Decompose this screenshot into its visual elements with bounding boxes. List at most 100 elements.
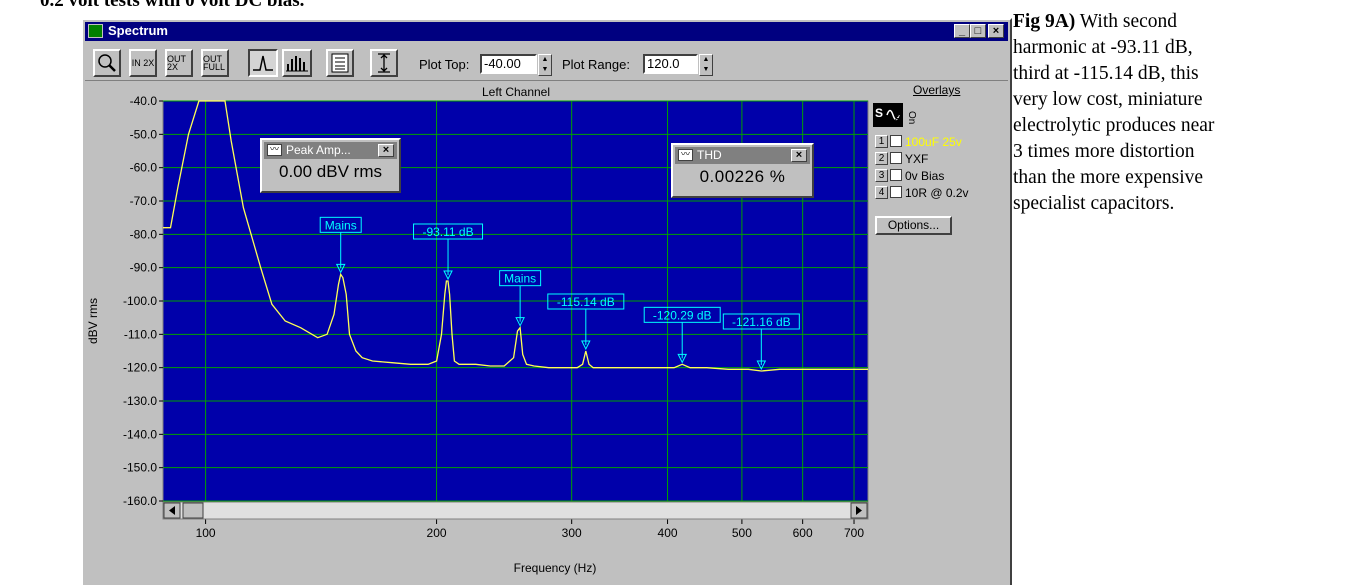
- x-tick-label: 600: [793, 526, 813, 540]
- x-tick-label: 500: [732, 526, 752, 540]
- marker-label: Mains: [325, 218, 357, 232]
- minimize-button[interactable]: _: [954, 24, 970, 38]
- y-axis-label: dBV rms: [86, 298, 100, 344]
- bar-plot-button[interactable]: [282, 49, 312, 77]
- peak-popup-title-bar[interactable]: 〰 Peak Amp... ×: [264, 142, 397, 159]
- overlay-row-2: 2 YXF: [875, 152, 928, 167]
- peak-amplitude-popup[interactable]: 〰 Peak Amp... × 0.00 dBV rms: [260, 138, 401, 193]
- close-button[interactable]: ×: [988, 24, 1004, 38]
- caption-line-8: specialist capacitors.: [1013, 193, 1175, 214]
- plot-top-spinner[interactable]: ▲ ▼: [538, 54, 552, 76]
- caption-line-5: electrolytic produces near: [1013, 115, 1215, 136]
- thd-popup-title: THD: [697, 148, 722, 162]
- bar-plot-icon: [286, 56, 308, 72]
- waveform-icon: 〰: [678, 149, 693, 161]
- overlay-2-checkbox[interactable]: [890, 152, 902, 164]
- overlay-row-3: 3 0v Bias: [875, 169, 944, 184]
- overlay-2-label: YXF: [905, 152, 929, 166]
- thd-popup-title-bar[interactable]: 〰 THD ×: [675, 147, 810, 164]
- caption-line-1-text: With second: [1075, 11, 1178, 32]
- zoom-in-2x-icon: IN 2X: [131, 58, 155, 68]
- spectrum-chart[interactable]: Left Channel -40.0 -50.0 -60.0 -70.0 -80.0 -9…: [85, 81, 1008, 588]
- thd-popup-close-button[interactable]: ×: [791, 149, 807, 162]
- caption-line-6: 3 times more distortion: [1013, 141, 1195, 162]
- autoscale-button[interactable]: [370, 49, 398, 77]
- y-tick-label: -90.0: [130, 261, 158, 275]
- peak-popup-title: Peak Amp...: [286, 143, 351, 157]
- y-tick-label: -100.0: [123, 294, 157, 308]
- overlay-1-checkbox[interactable]: [890, 135, 902, 147]
- caption-line-3: third at -115.14 dB, this: [1013, 63, 1199, 84]
- overlay-set-1-button[interactable]: 1: [875, 135, 888, 148]
- x-axis-label: Frequency (Hz): [514, 561, 597, 575]
- line-plot-icon: [253, 55, 273, 71]
- top-caption: 0.2 volt tests with 0 volt DC bias.: [40, 0, 305, 11]
- overlays-on-header: On: [906, 111, 917, 125]
- y-tick-label: -120.0: [123, 361, 157, 375]
- table-icon: [331, 53, 349, 73]
- plot-range-spinner[interactable]: ▲ ▼: [699, 54, 713, 76]
- marker-label: Mains: [504, 272, 536, 286]
- zoom-out-2x-icon: OUT 2X: [167, 54, 186, 72]
- window-title-bar[interactable]: Spectrum _ □ ×: [85, 22, 1008, 41]
- plot-top-label: Plot Top:: [419, 57, 470, 72]
- y-tick-label: -150.0: [123, 461, 157, 475]
- x-tick-label: 300: [562, 526, 582, 540]
- magnifier-icon: [98, 54, 116, 72]
- x-tick-label: 700: [844, 526, 864, 540]
- line-plot-button[interactable]: [248, 49, 278, 77]
- overlay-options-button[interactable]: Options...: [875, 216, 952, 235]
- overlay-row-4: 4 10R @ 0.2v: [875, 186, 969, 201]
- zoom-button[interactable]: [93, 49, 121, 77]
- horizontal-scrollbar[interactable]: [162, 501, 869, 520]
- zoom-out-2x-button[interactable]: OUT 2X: [165, 49, 193, 77]
- zoom-in-2x-button[interactable]: IN 2X: [129, 49, 157, 77]
- overlay-4-checkbox[interactable]: [890, 186, 902, 198]
- overlay-set-3-button[interactable]: 3: [875, 169, 888, 182]
- data-table-button[interactable]: [326, 49, 354, 77]
- caption-line-2: harmonic at -93.11 dB,: [1013, 37, 1193, 58]
- caption-line-7: than the more expensive: [1013, 167, 1204, 188]
- overlay-4-label: 10R @ 0.2v: [905, 186, 969, 200]
- app-icon: [88, 24, 103, 38]
- peak-popup-close-button[interactable]: ×: [378, 144, 394, 157]
- y-tick-label: -50.0: [130, 127, 158, 141]
- plot-range-input[interactable]: 120.0: [643, 54, 698, 74]
- y-tick-label: -80.0: [130, 227, 158, 241]
- toolbar: IN 2X OUT 2X OUT FULL Plot Top: -40.00 ▲…: [85, 42, 1008, 80]
- spectrum-window: Spectrum _ □ × IN 2X OUT 2X OUT FULL Plo…: [81, 18, 1012, 585]
- figure-caption: Fig 9A) With second harmonic at -93.11 d…: [1013, 9, 1343, 217]
- plot-panel: Left Channel -40.0 -50.0 -60.0 -70.0 -80.0 -9…: [85, 80, 1008, 585]
- overlay-3-checkbox[interactable]: [890, 169, 902, 181]
- zoom-out-full-button[interactable]: OUT FULL: [201, 49, 229, 77]
- plot-range-label: Plot Range:: [562, 57, 630, 72]
- y-axis: -40.0 -50.0 -60.0 -70.0 -80.0 -90.0 -100.0 -110…: [123, 94, 163, 508]
- x-tick-label: 400: [658, 526, 678, 540]
- overlay-set-2-button[interactable]: 2: [875, 152, 888, 165]
- overlay-set-4-button[interactable]: 4: [875, 186, 888, 199]
- maximize-button[interactable]: □: [970, 24, 986, 38]
- marker-label: -120.29 dB: [653, 308, 712, 322]
- marker-label: -121.16 dB: [732, 315, 791, 329]
- y-tick-label: -60.0: [130, 161, 158, 175]
- svg-text:S: S: [875, 106, 883, 120]
- y-tick-label: -110.0: [124, 327, 157, 341]
- zoom-out-full-icon: OUT FULL: [203, 54, 226, 72]
- scroll-thumb[interactable]: [182, 502, 204, 519]
- thd-popup[interactable]: 〰 THD × 0.00226 %: [671, 143, 814, 198]
- x-axis: 100 200 300 400 500 600 700: [196, 519, 864, 540]
- thd-value: 0.00226 %: [699, 167, 786, 186]
- y-tick-label: -140.0: [123, 427, 157, 441]
- y-tick-label: -70.0: [130, 194, 158, 208]
- peak-amplitude-value: 0.00 dBV rms: [279, 162, 382, 181]
- caption-line-4: very low cost, miniature: [1013, 89, 1203, 110]
- y-tick-label: -160.0: [123, 494, 157, 508]
- window-title: Spectrum: [108, 23, 168, 38]
- caption-line-1: Fig 9A) With second: [1013, 9, 1343, 35]
- marker-label: -115.14 dB: [557, 295, 615, 309]
- x-tick-label: 200: [427, 526, 447, 540]
- overlays-panel: Overlays S Set On 1 100uF 25v 2 YXF 3 0v Bi…: [873, 81, 1004, 281]
- plot-top-input[interactable]: -40.00: [480, 54, 537, 74]
- overlay-3-label: 0v Bias: [905, 169, 945, 183]
- overlay-1-label: 100uF 25v: [905, 135, 962, 149]
